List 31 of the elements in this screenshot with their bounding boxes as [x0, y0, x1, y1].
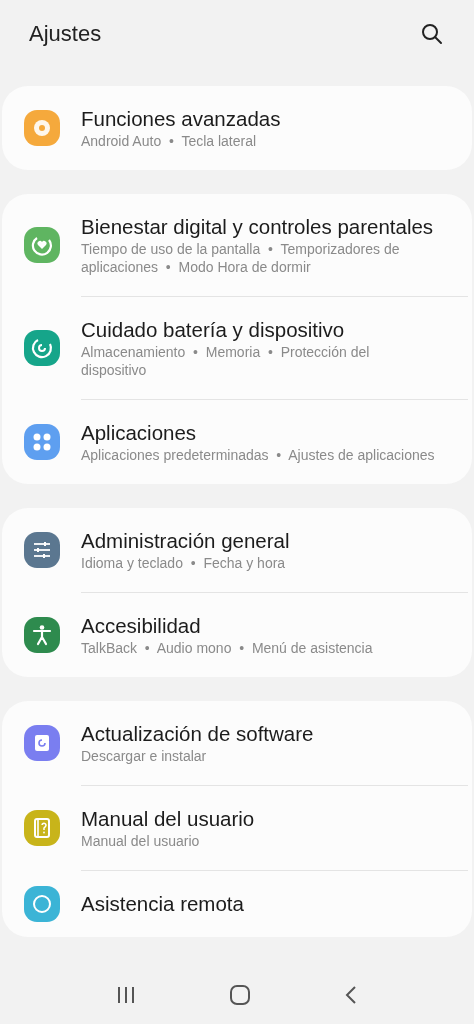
settings-item[interactable]: Accesibilidad TalkBack • Audio mono • Menú de asistencia — [2, 592, 472, 677]
settings-item[interactable]: Asistencia remota — [2, 870, 472, 937]
item-title: Funciones avanzadas — [81, 106, 282, 132]
item-title: Asistencia remota — [81, 891, 245, 917]
search-icon[interactable] — [420, 22, 444, 46]
item-title: Manual del usuario — [81, 806, 256, 832]
settings-item[interactable]: Funciones avanzadas Android Auto • Tecla lateral — [2, 86, 472, 170]
item-title: Actualización de software — [81, 721, 315, 747]
settings-item[interactable]: Administración general Idioma y teclado • Fecha y hora — [2, 508, 472, 592]
settings-item[interactable]: Bienestar digital y controles parentales Tiempo de uso de la pantalla • Temporizadores de aplicaciones • Modo Hora de dormir — [2, 194, 472, 296]
item-subtitle: Aplicaciones predeterminadas • Ajustes de aplicaciones — [81, 446, 436, 464]
home-icon[interactable] — [229, 984, 251, 1006]
item-subtitle: Manual del usuario — [81, 832, 201, 850]
settings-item[interactable]: Manual del usuario Manual del usuario — [2, 785, 472, 870]
item-title: Aplicaciones — [81, 420, 198, 446]
item-subtitle: Tiempo de uso de la pantalla • Temporizadores de aplicaciones • Modo Hora de dormir — [81, 240, 401, 276]
item-title: Accesibilidad — [81, 613, 202, 639]
recent-apps-icon[interactable] — [116, 986, 137, 1004]
item-subtitle: Android Auto • Tecla lateral — [81, 132, 258, 150]
settings-item[interactable]: Actualización de software Descargar e instalar — [2, 701, 472, 785]
item-title: Bienestar digital y controles parentales — [81, 214, 435, 240]
item-title: Cuidado batería y dispositivo — [81, 317, 346, 343]
item-subtitle: Idioma y teclado • Fecha y hora — [81, 554, 287, 572]
item-subtitle: Almacenamiento • Memoria • Protección del dispositivo — [81, 343, 371, 379]
item-subtitle: Descargar e instalar — [81, 747, 208, 765]
page-title: Ajustes — [29, 21, 102, 47]
settings-item[interactable]: Cuidado batería y dispositivo Almacenamiento • Memoria • Protección del dispositivo — [2, 296, 472, 399]
settings-item[interactable]: Aplicaciones Aplicaciones predeterminadas • Ajustes de aplicaciones — [2, 399, 472, 484]
item-title: Administración general — [81, 528, 291, 554]
back-icon[interactable] — [343, 985, 358, 1005]
item-subtitle: TalkBack • Audio mono • Menú de asistencia — [81, 639, 374, 657]
